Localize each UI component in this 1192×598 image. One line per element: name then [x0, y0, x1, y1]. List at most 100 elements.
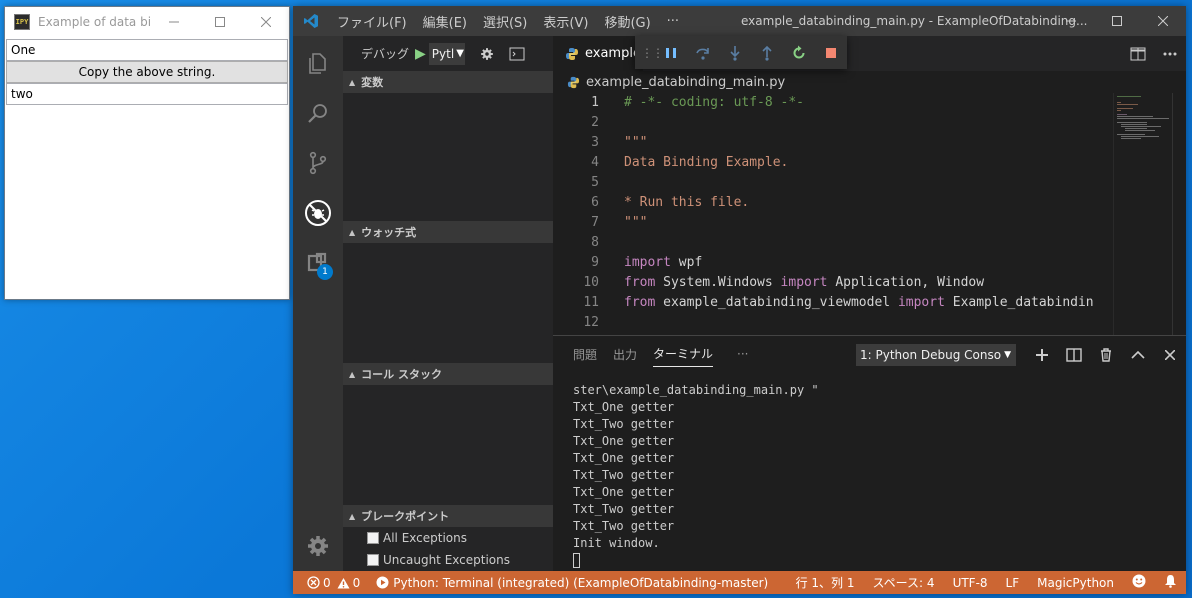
breakpoint-all-exceptions[interactable]: All Exceptions: [367, 527, 467, 549]
code-line[interactable]: 4 Data Binding Example.: [553, 153, 1113, 173]
line-number[interactable]: 5: [553, 173, 599, 193]
notifications-bell-icon[interactable]: [1155, 574, 1186, 591]
cursor-position-status[interactable]: 行 1、列 1: [787, 574, 864, 591]
textbox-one[interactable]: One: [6, 39, 288, 61]
eol-status[interactable]: LF: [997, 576, 1029, 590]
menu-more[interactable]: ···: [659, 14, 687, 29]
code-token: # -*- coding: utf-8 -*-: [624, 95, 805, 110]
maximize-button[interactable]: [197, 7, 243, 37]
vscode-minimize-button[interactable]: [1048, 6, 1094, 36]
vscode-close-button[interactable]: [1140, 6, 1186, 36]
breakpoints-section-header[interactable]: ▲ ブレークポイント: [343, 505, 553, 527]
line-number[interactable]: 3: [553, 133, 599, 153]
terminal-select[interactable]: 1: Python Debug Conso ▼: [856, 344, 1016, 366]
editor-scrollbar[interactable]: [1172, 93, 1186, 335]
extensions-icon[interactable]: 1: [293, 238, 343, 288]
checkbox[interactable]: [367, 532, 379, 544]
line-number[interactable]: 11: [553, 293, 599, 313]
pause-button[interactable]: [655, 36, 687, 69]
code-text: """: [599, 213, 647, 233]
close-panel-icon[interactable]: [1154, 342, 1186, 368]
debug-icon[interactable]: [293, 188, 343, 238]
kill-terminal-trash-icon[interactable]: [1090, 342, 1122, 368]
line-number[interactable]: 10: [553, 273, 599, 293]
stop-button[interactable]: [815, 36, 847, 69]
copy-string-button[interactable]: Copy the above string.: [6, 61, 288, 83]
tab-problems[interactable]: 問題: [573, 346, 597, 363]
start-debugging-icon[interactable]: ▶: [415, 46, 426, 62]
line-number[interactable]: 9: [553, 253, 599, 273]
code-token: """: [624, 135, 648, 150]
search-icon[interactable]: [293, 88, 343, 138]
feedback-smiley-icon[interactable]: [1123, 574, 1155, 591]
problems-status[interactable]: 0 0: [307, 576, 360, 590]
code-editor[interactable]: 1 # -*- coding: utf-8 -*- 2 3 """ 4 Data Bindi…: [553, 93, 1113, 335]
debug-console-icon[interactable]: [505, 47, 529, 61]
menu-edit[interactable]: 編集(E): [415, 12, 475, 31]
menu-go[interactable]: 移動(G): [596, 12, 658, 31]
source-control-icon[interactable]: [293, 138, 343, 188]
code-line[interactable]: 11 from example_databinding_viewmodel imp…: [553, 293, 1113, 313]
watch-section-header[interactable]: ▲ ウォッチ式: [343, 221, 553, 243]
code-token: wpf: [670, 255, 703, 270]
line-number[interactable]: 8: [553, 233, 599, 253]
code-line[interactable]: 3 """: [553, 133, 1113, 153]
open-launch-json-gear-icon[interactable]: [475, 47, 499, 61]
line-number[interactable]: 12: [553, 313, 599, 333]
wpf-window-title: Example of data bin...: [38, 15, 151, 29]
code-line[interactable]: 6 * Run this file.: [553, 193, 1113, 213]
maximize-panel-chevron-up-icon[interactable]: [1122, 342, 1154, 368]
callstack-section-header[interactable]: ▲ コール スタック: [343, 363, 553, 385]
step-over-button[interactable]: [687, 36, 719, 69]
line-number[interactable]: 1: [553, 93, 599, 113]
menu-view[interactable]: 表示(V): [535, 12, 596, 31]
language-mode-status[interactable]: MagicPython: [1028, 576, 1123, 590]
vscode-maximize-button[interactable]: [1094, 6, 1140, 36]
debug-target-status[interactable]: Python: Terminal (integrated) (ExampleOf…: [376, 576, 768, 590]
tab-output[interactable]: 出力: [613, 346, 637, 363]
code-text: from System.Windows import Application, …: [599, 273, 984, 293]
code-line[interactable]: 5: [553, 173, 1113, 193]
minimize-button[interactable]: [151, 7, 197, 37]
panel-more-icon[interactable]: ···: [737, 347, 748, 361]
code-line[interactable]: 9 import wpf: [553, 253, 1113, 273]
minimap[interactable]: [1113, 93, 1172, 335]
checkbox[interactable]: [367, 554, 379, 566]
more-actions-icon[interactable]: [1154, 52, 1186, 56]
restart-button[interactable]: [783, 36, 815, 69]
code-line[interactable]: 1 # -*- coding: utf-8 -*-: [553, 93, 1113, 113]
breadcrumb[interactable]: example_databinding_main.py: [553, 71, 1186, 93]
line-number[interactable]: 6: [553, 193, 599, 213]
textbox-two[interactable]: two: [6, 83, 288, 105]
wpf-titlebar[interactable]: IPY Example of data bin...: [5, 7, 289, 37]
step-out-button[interactable]: [751, 36, 783, 69]
terminal-output[interactable]: ster\example_databinding_main.py " Txt_On…: [573, 382, 1173, 569]
terminal-prompt[interactable]: [573, 552, 1173, 569]
close-button[interactable]: [243, 7, 289, 37]
tab-terminal[interactable]: ターミナル: [653, 345, 714, 367]
code-line[interactable]: 2: [553, 113, 1113, 133]
new-terminal-icon[interactable]: [1026, 342, 1058, 368]
settings-gear-icon[interactable]: [293, 521, 343, 571]
breakpoint-uncaught-exceptions[interactable]: Uncaught Exceptions: [367, 549, 510, 571]
menu-selection[interactable]: 選択(S): [475, 12, 535, 31]
code-line[interactable]: 12: [553, 313, 1113, 333]
encoding-status[interactable]: UTF-8: [944, 576, 997, 590]
split-terminal-icon[interactable]: [1058, 342, 1090, 368]
code-line[interactable]: 7 """: [553, 213, 1113, 233]
drag-grip-icon[interactable]: ⋮⋮: [641, 46, 664, 60]
line-number[interactable]: 7: [553, 213, 599, 233]
indentation-status[interactable]: スペース: 4: [864, 574, 944, 591]
line-number[interactable]: 2: [553, 113, 599, 133]
menu-file[interactable]: ファイル(F): [329, 12, 415, 31]
code-line[interactable]: 10 from System.Windows import Application…: [553, 273, 1113, 293]
split-editor-icon[interactable]: [1122, 47, 1154, 61]
line-number[interactable]: 4: [553, 153, 599, 173]
step-into-button[interactable]: [719, 36, 751, 69]
variables-section-header[interactable]: ▲ 変数: [343, 71, 553, 93]
launch-config-select[interactable]: Pytl ▼: [428, 42, 465, 65]
code-line[interactable]: 8: [553, 233, 1113, 253]
code-token: Example_databindin: [944, 295, 1094, 310]
explorer-icon[interactable]: [293, 38, 343, 88]
tab-example-databinding-main[interactable]: example: [553, 36, 643, 71]
